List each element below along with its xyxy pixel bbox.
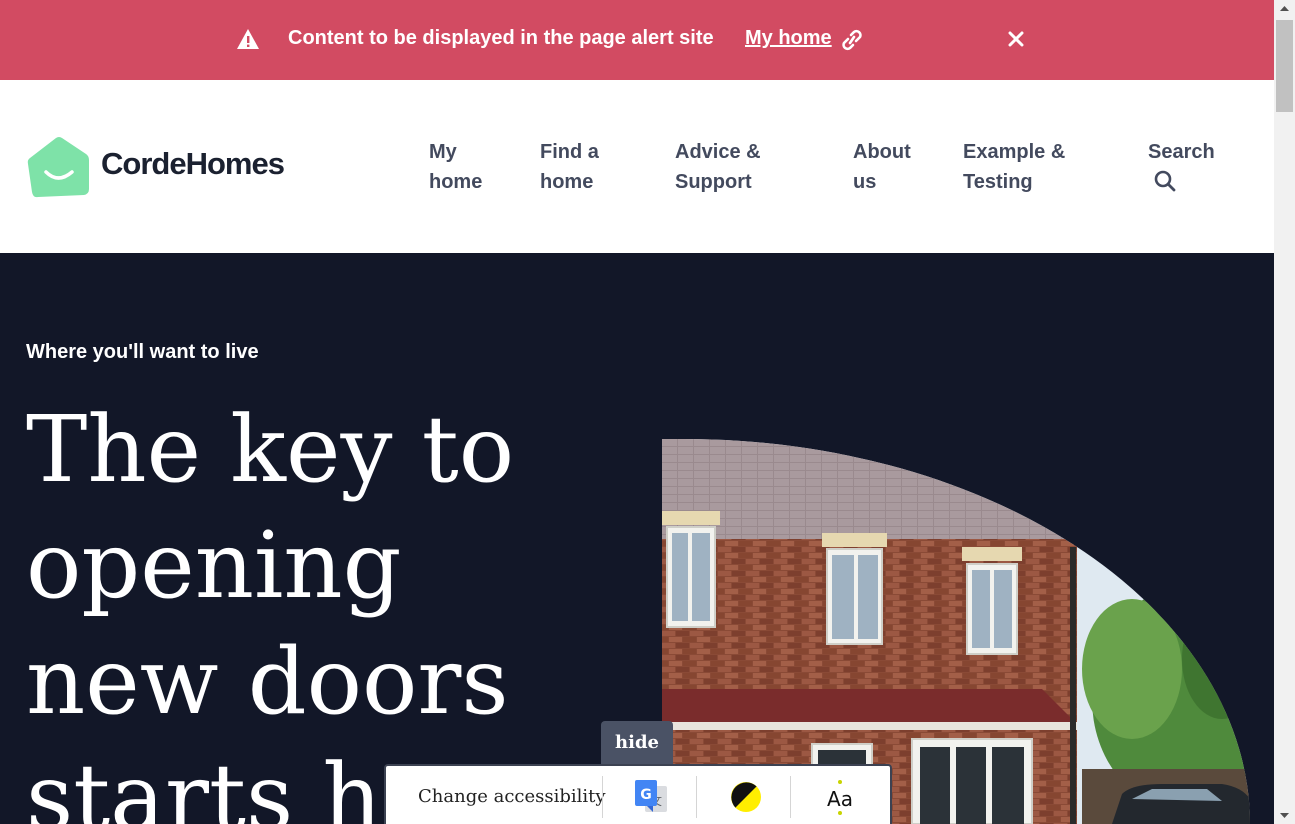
link-icon[interactable] — [839, 28, 865, 52]
logo-text[interactable]: CordeHomes — [101, 146, 285, 182]
hero-eyebrow: Where you'll want to live — [26, 341, 259, 363]
toolbar-divider — [696, 776, 697, 818]
nav-label: Find a — [540, 141, 599, 163]
alert-message: Content to be displayed in the page aler… — [288, 27, 714, 49]
warning-icon — [237, 29, 259, 49]
scroll-up-arrow-icon[interactable] — [1274, 0, 1295, 17]
scroll-down-arrow-icon[interactable] — [1274, 807, 1295, 824]
nav-example-testing[interactable]: Example & Testing — [963, 137, 1065, 197]
nav-label: home — [540, 171, 594, 193]
nav-my-home[interactable]: My home — [429, 137, 482, 197]
nav-label: home — [429, 171, 483, 193]
text-size-icon[interactable]: Aa — [821, 778, 859, 816]
nav-label: About — [853, 141, 911, 163]
nav-find-a-home[interactable]: Find a home — [540, 137, 599, 197]
scrollbar-thumb[interactable] — [1276, 20, 1293, 112]
accessibility-label: Change accessibility — [418, 786, 606, 807]
nav-label: Support — [675, 171, 752, 193]
nav-label: us — [853, 171, 877, 193]
nav-label: Advice & — [675, 141, 761, 163]
alert-link[interactable]: My home — [745, 27, 832, 50]
page: Content to be displayed in the page aler… — [0, 0, 1274, 824]
text-size-glyph: Aa — [827, 787, 853, 811]
toolbar-divider — [790, 776, 791, 818]
nav-search[interactable]: Search — [1148, 137, 1215, 167]
svg-text:G: G — [640, 787, 652, 803]
page-alert: Content to be displayed in the page aler… — [0, 0, 1274, 80]
headline-line: The key to — [26, 396, 515, 503]
close-icon[interactable] — [1006, 29, 1026, 49]
nav-label: My — [429, 141, 457, 163]
accessibility-toolbar: Change accessibility 文 G Aa — [384, 764, 892, 824]
nav-label: Search — [1148, 141, 1215, 163]
nav-label: Testing — [963, 171, 1033, 193]
headline-line: new doors — [26, 628, 509, 735]
nav-label: Example & — [963, 141, 1066, 163]
nav-advice-support[interactable]: Advice & Support — [675, 137, 761, 197]
hero-headline: The key to opening new doors starts here — [26, 392, 586, 824]
logo-house-icon[interactable] — [26, 134, 90, 198]
vertical-scrollbar[interactable] — [1274, 0, 1295, 824]
nav-about-us[interactable]: About us — [853, 137, 911, 197]
accessibility-hide-tab[interactable]: hide — [601, 721, 673, 764]
headline-line: opening — [26, 512, 402, 619]
contrast-icon[interactable] — [727, 778, 765, 816]
search-icon[interactable] — [1154, 170, 1176, 192]
toolbar-divider — [602, 776, 603, 818]
google-translate-icon[interactable]: 文 G — [633, 778, 671, 816]
